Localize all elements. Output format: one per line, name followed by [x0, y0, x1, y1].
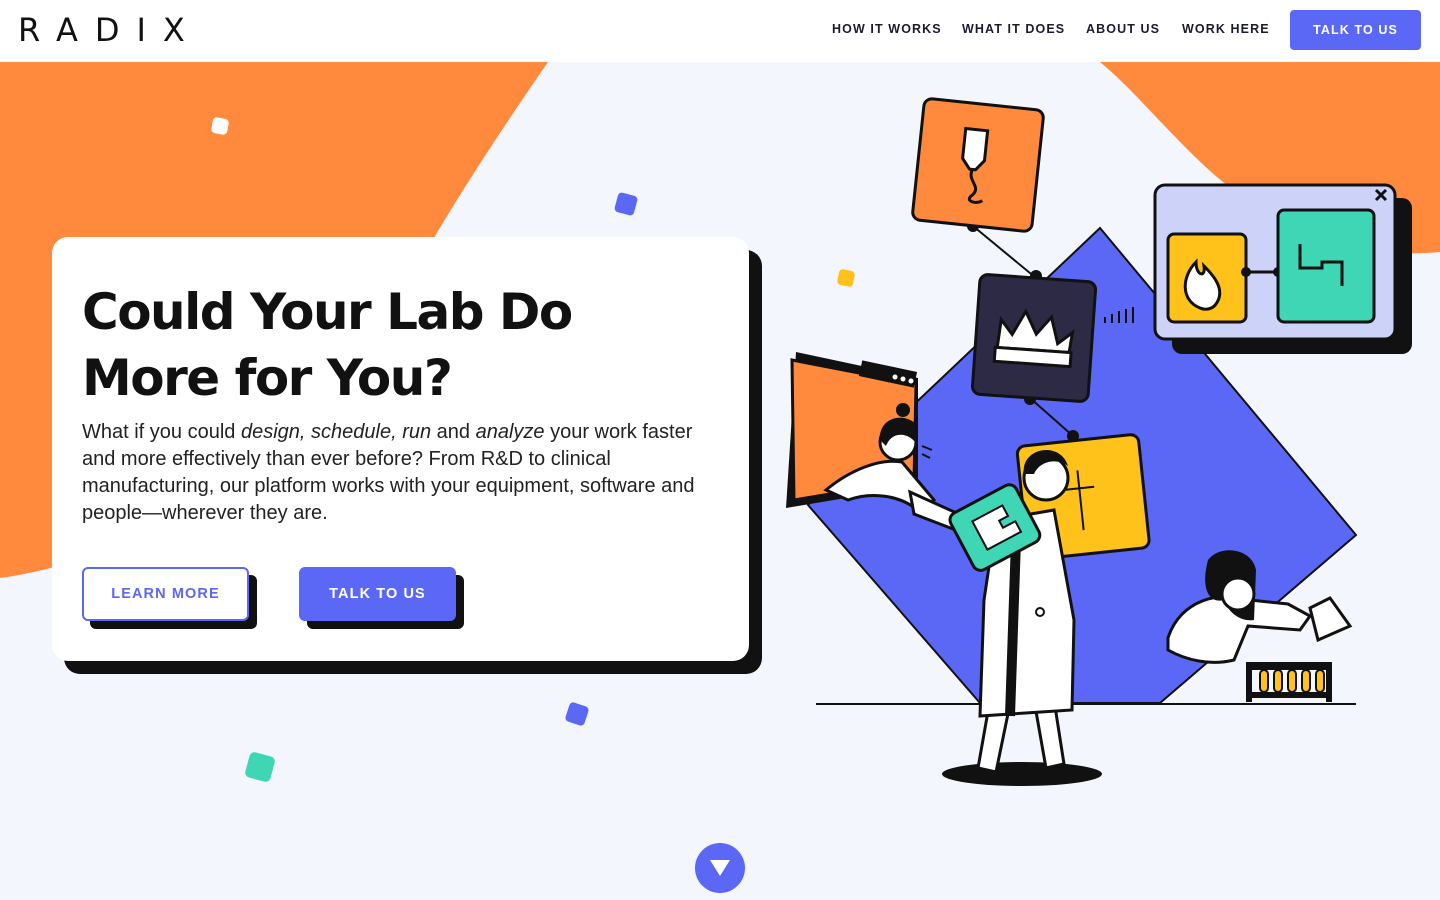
hero-text-em-1: design, schedule, run	[240, 421, 432, 443]
crown-tile	[970, 273, 1098, 403]
test-tube-rack	[1246, 662, 1332, 702]
hero-headline: Could Your Lab Do More for You?	[82, 283, 573, 407]
connector-1	[972, 225, 1037, 279]
lab-illustration	[786, 97, 1412, 786]
hero-text-em-2: analyze	[475, 421, 545, 443]
video-window	[786, 352, 937, 514]
header-talk-to-us-button[interactable]: TALK TO US	[1290, 10, 1421, 50]
nav-what-it-does[interactable]: WHAT IT DOES	[962, 22, 1065, 36]
chevron-down-icon	[710, 860, 730, 876]
confetti-white	[211, 117, 229, 135]
hero-card: Could Your Lab Do More for You? What if …	[52, 237, 749, 661]
nav-about-us[interactable]: ABOUT US	[1086, 22, 1160, 36]
learn-more-button[interactable]: LEARN MORE	[82, 567, 249, 621]
site-header: RADIX HOW IT WORKS WHAT IT DOES ABOUT US…	[0, 0, 1440, 62]
pipette-tile	[911, 97, 1045, 233]
hero-text-2: and	[431, 421, 476, 443]
hero-description: What if you could design, schedule, run …	[82, 419, 722, 527]
talk-to-us-button[interactable]: TALK TO US	[299, 567, 456, 621]
confetti-blue-1	[614, 192, 638, 216]
nav-how-it-works[interactable]: HOW IT WORKS	[832, 22, 942, 36]
confetti-teal	[245, 752, 275, 782]
hero-text-1: What if you could	[82, 421, 241, 443]
confetti-blue-2	[565, 702, 589, 726]
nav-work-here[interactable]: WORK HERE	[1182, 22, 1270, 36]
scroll-down-button[interactable]	[695, 843, 745, 893]
radix-logo[interactable]: RADIX	[18, 12, 202, 48]
flow-window	[1153, 183, 1412, 354]
